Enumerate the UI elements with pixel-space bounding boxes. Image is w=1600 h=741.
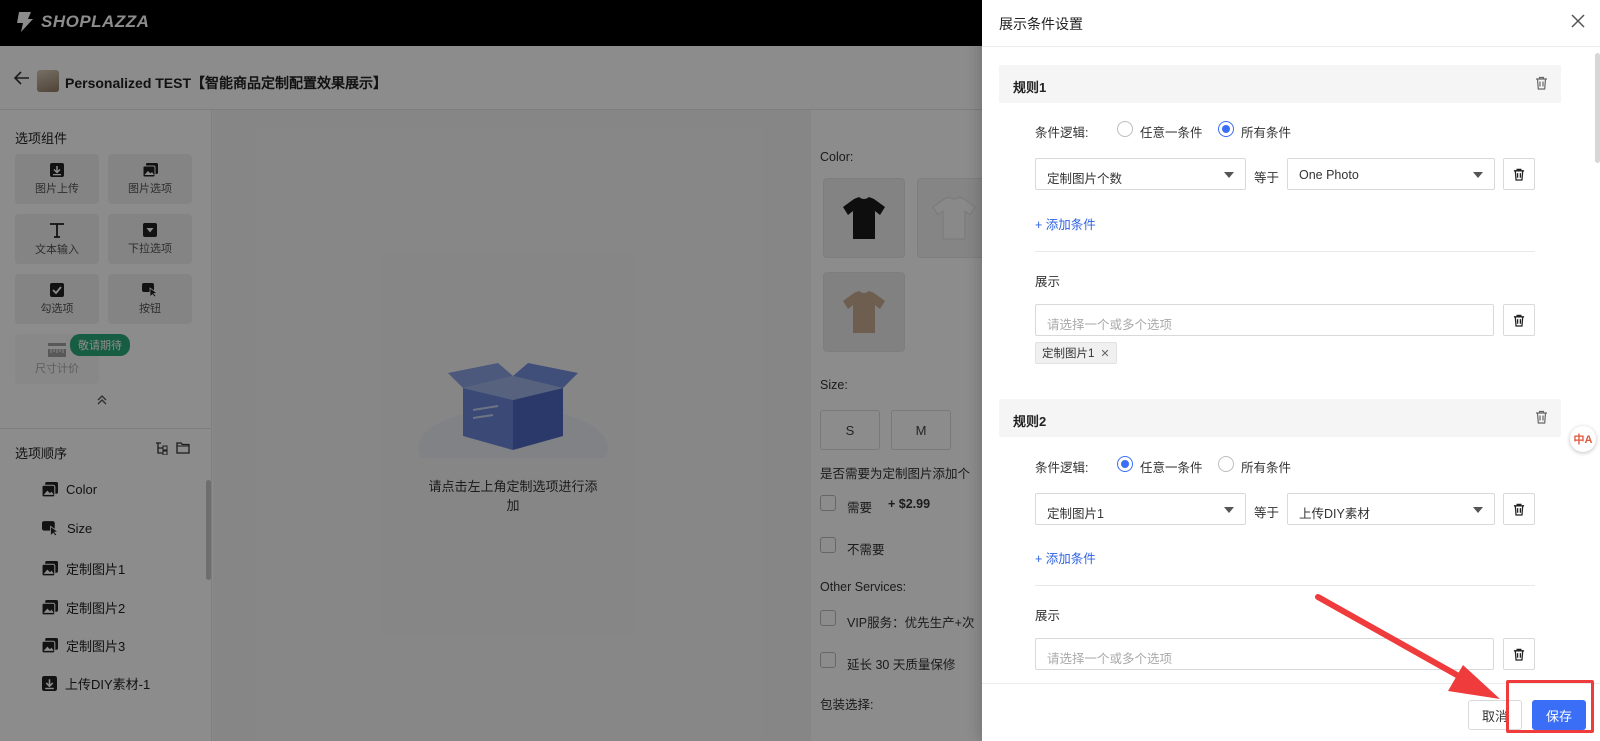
rule-2-show-placeholder: 请选择一个或多个选项 — [1047, 652, 1173, 666]
rule-1-field-value: 定制图片个数 — [1047, 172, 1123, 186]
rule-2-radio-all-label: 所有条件 — [1241, 461, 1292, 475]
rule-1-logic-label: 条件逻辑: — [1035, 126, 1089, 140]
trash-icon — [1513, 314, 1525, 327]
rule-2-show-delete-button[interactable] — [1503, 638, 1535, 670]
annotation-highlight-box — [1506, 680, 1594, 733]
display-condition-drawer: 展示条件设置 规则1 条件逻辑: 任意一条件 所有条件 定制图片个数 等于 On… — [982, 0, 1600, 741]
rule-1-divider — [1035, 251, 1535, 252]
rule-1-selected-tag: 定制图片1 ✕ — [1035, 342, 1117, 364]
rule-1-radio-any-label: 任意一条件 — [1140, 126, 1203, 140]
rule-1-value-select[interactable]: One Photo — [1287, 158, 1495, 190]
caret-down-icon — [1473, 172, 1483, 178]
rule-1-condition-delete-button[interactable] — [1503, 158, 1535, 190]
close-icon[interactable] — [1570, 13, 1586, 29]
rule-2-divider — [1035, 585, 1535, 586]
trash-icon — [1513, 168, 1525, 181]
rule-1-header: 规则1 — [999, 65, 1561, 103]
drawer-header: 展示条件设置 — [982, 0, 1600, 47]
rule-2-condition-delete-button[interactable] — [1503, 493, 1535, 525]
rule-2-field-value: 定制图片1 — [1047, 507, 1104, 521]
rule-2-show-select[interactable]: 请选择一个或多个选项 — [1035, 638, 1494, 670]
rule-2-show-label: 展示 — [1035, 609, 1061, 623]
rule-1-show-select[interactable]: 请选择一个或多个选项 — [1035, 304, 1494, 336]
trash-icon — [1513, 503, 1525, 516]
rule-2-add-condition-link[interactable]: + 添加条件 — [1035, 548, 1096, 567]
modal-overlay[interactable] — [0, 0, 982, 741]
rule-1-radio-any[interactable] — [1117, 121, 1133, 137]
rule-2-value-value: 上传DIY素材 — [1299, 507, 1370, 521]
drawer-scrollbar[interactable] — [1595, 53, 1600, 163]
rule-2-radio-any[interactable] — [1117, 456, 1133, 472]
rule-2-equals-label: 等于 — [1254, 506, 1280, 520]
drawer-title: 展示条件设置 — [999, 16, 1083, 32]
rule-1-add-condition-link[interactable]: + 添加条件 — [1035, 214, 1096, 233]
caret-down-icon — [1473, 507, 1483, 513]
rule-1-show-delete-button[interactable] — [1503, 304, 1535, 336]
rule-2-field-select[interactable]: 定制图片1 — [1035, 493, 1246, 525]
trash-icon[interactable] — [1535, 410, 1548, 424]
rule-1-show-placeholder: 请选择一个或多个选项 — [1047, 318, 1173, 332]
rule-1-field-select[interactable]: 定制图片个数 — [1035, 158, 1246, 190]
tag-remove-icon[interactable]: ✕ — [1100, 347, 1109, 360]
rule-2-radio-any-label: 任意一条件 — [1140, 461, 1203, 475]
rule-2-value-select[interactable]: 上传DIY素材 — [1287, 493, 1495, 525]
rule-1-show-label: 展示 — [1035, 275, 1061, 289]
rule-1-radio-all[interactable] — [1218, 121, 1234, 137]
rule-2-radio-all[interactable] — [1218, 456, 1234, 472]
tag-label: 定制图片1 — [1042, 348, 1095, 360]
rule-2-logic-label: 条件逻辑: — [1035, 461, 1089, 475]
rule-1-radio-all-label: 所有条件 — [1241, 126, 1292, 140]
trash-icon — [1513, 648, 1525, 661]
caret-down-icon — [1224, 507, 1234, 513]
rule-1-value-value: One Photo — [1299, 168, 1359, 182]
drawer-body: 规则1 条件逻辑: 任意一条件 所有条件 定制图片个数 等于 One Photo… — [982, 47, 1600, 683]
caret-down-icon — [1224, 172, 1234, 178]
rule-2-header: 规则2 — [999, 399, 1561, 437]
trash-icon[interactable] — [1535, 76, 1548, 90]
translate-icon[interactable]: 中A — [1570, 426, 1596, 452]
rule-1-equals-label: 等于 — [1254, 171, 1280, 185]
rule-2-name: 规则2 — [1013, 414, 1047, 429]
rule-1-name: 规则1 — [1013, 80, 1047, 95]
